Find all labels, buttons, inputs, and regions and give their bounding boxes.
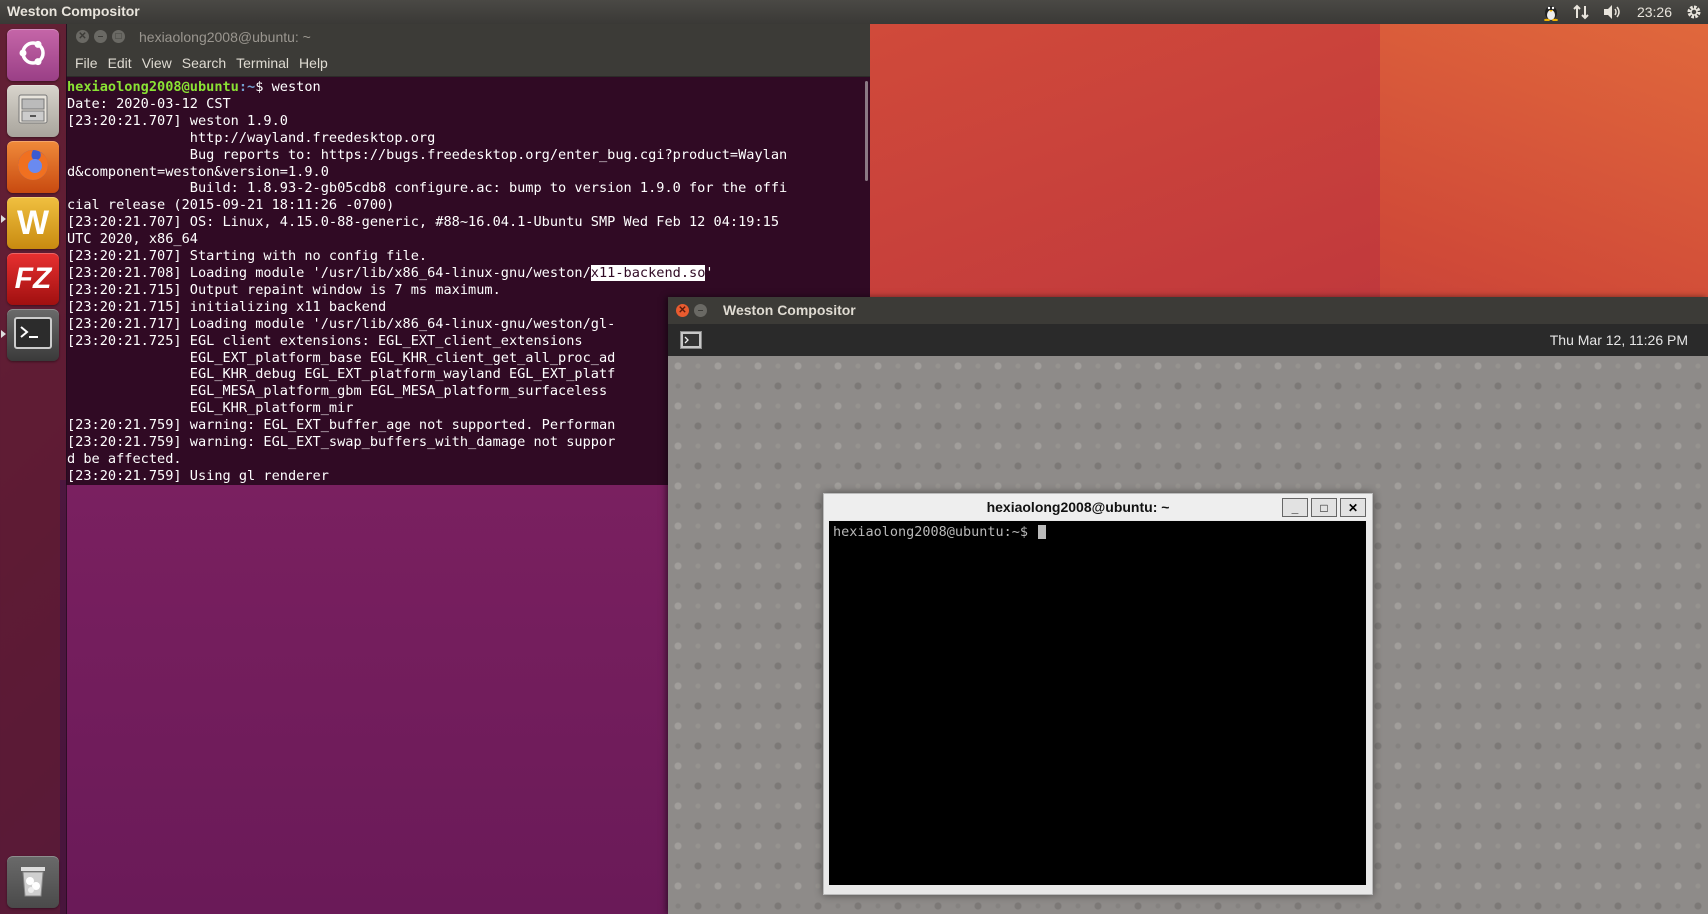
output-line: [23:20:21.707] OS: Linux, 4.15.0-88-gene… <box>67 214 780 231</box>
volume-icon[interactable] <box>1603 4 1623 20</box>
running-indicator <box>1 330 6 338</box>
minimize-icon[interactable]: – <box>694 304 707 317</box>
window-titlebar[interactable]: hexiaolong2008@ubuntu: ~ _ □ ✕ <box>824 494 1372 520</box>
active-app-title: Weston Compositor <box>7 3 140 19</box>
maximize-icon[interactable]: □ <box>112 30 125 43</box>
ubuntu-dash-button[interactable] <box>7 29 59 81</box>
prompt-command: $ weston <box>255 79 321 95</box>
system-tray: 23:26 <box>1543 0 1708 24</box>
output-line: [23:20:21.707] weston 1.9.0 <box>67 112 288 129</box>
running-indicator <box>1 215 6 223</box>
minimize-icon[interactable]: – <box>94 30 107 43</box>
tux-icon[interactable] <box>1543 3 1559 21</box>
files-button[interactable] <box>7 85 59 137</box>
prompt-path: :~ <box>238 79 256 95</box>
prompt-user: hexiaolong2008@ubuntu <box>67 79 239 95</box>
menubar: File Edit View Search Terminal Help <box>66 50 870 77</box>
trash-icon <box>16 861 50 904</box>
menu-edit[interactable]: Edit <box>103 55 137 71</box>
terminal-output[interactable]: hexiaolong2008@ubuntu:~$ <box>829 521 1366 885</box>
text-cursor <box>1038 525 1047 539</box>
output-line: d&component=weston&version=1.9.0 <box>67 163 329 180</box>
maximize-button[interactable]: □ <box>1311 498 1337 517</box>
output-line: [23:20:21.707] Starting with no config f… <box>67 248 428 265</box>
menu-file[interactable]: File <box>70 55 103 71</box>
window-title: Weston Compositor <box>723 302 856 318</box>
window-title: hexiaolong2008@ubuntu: ~ <box>139 29 311 45</box>
terminal-button[interactable] <box>7 309 59 361</box>
menu-terminal[interactable]: Terminal <box>231 55 294 71</box>
output-line: cial release (2015-09-21 18:11:26 -0700) <box>67 197 395 214</box>
launcher: W FZ <box>0 24 67 914</box>
weston-window[interactable]: ✕ – Weston Compositor Thu Mar 12, 11:26 … <box>668 297 1708 914</box>
ubuntu-logo-icon <box>16 36 50 75</box>
close-icon[interactable]: ✕ <box>76 30 89 43</box>
file-cabinet-icon <box>15 91 51 132</box>
module-path-text: [23:20:21.708] Loading module '/usr/lib/… <box>67 264 591 281</box>
wps-writer-button[interactable]: W <box>7 197 59 249</box>
output-line: [23:20:21.708] Loading module '/usr/lib/… <box>67 264 870 282</box>
menu-search[interactable]: Search <box>177 55 231 71</box>
terminal-launcher-icon[interactable] <box>680 331 702 349</box>
prompt-line: hexiaolong2008@ubuntu:~$ <box>833 524 1037 540</box>
filezilla-button[interactable]: FZ <box>7 253 59 305</box>
window-titlebar[interactable]: ✕ – □ hexiaolong2008@ubuntu: ~ <box>66 24 870 50</box>
module-path-end: ' <box>705 264 714 281</box>
close-button[interactable]: ✕ <box>1340 498 1366 517</box>
minimize-button[interactable]: _ <box>1282 498 1308 517</box>
filezilla-icon: FZ <box>14 262 52 295</box>
prompt-line: hexiaolong2008@ubuntu:~$ weston <box>67 79 870 96</box>
output-line: http://wayland.freedesktop.org <box>67 129 436 146</box>
output-line: Date: 2020-03-12 CST <box>67 95 231 112</box>
terminal-icon <box>14 316 52 354</box>
menu-help[interactable]: Help <box>294 55 333 71</box>
output-line: Bug reports to: https://bugs.freedesktop… <box>67 146 788 163</box>
selected-text[interactable]: x11-backend.so <box>590 264 706 281</box>
close-icon[interactable]: ✕ <box>676 304 689 317</box>
wallpaper-shape <box>60 480 680 914</box>
output-line: Build: 1.8.93-2-gb05cdb8 configure.ac: b… <box>67 180 788 197</box>
top-panel: Weston Compositor 23:26 <box>0 0 1708 24</box>
firefox-icon <box>14 146 52 189</box>
weston-panel: Thu Mar 12, 11:26 PM <box>668 324 1708 356</box>
weston-terminal-window[interactable]: hexiaolong2008@ubuntu: ~ _ □ ✕ hexiaolon… <box>823 493 1373 895</box>
menu-view[interactable]: View <box>137 55 177 71</box>
network-icon[interactable] <box>1573 4 1589 20</box>
output-line: UTC 2020, x86_64 <box>67 231 198 248</box>
scrollbar[interactable] <box>865 81 868 181</box>
window-titlebar[interactable]: ✕ – Weston Compositor <box>668 297 1708 324</box>
weston-clock: Thu Mar 12, 11:26 PM <box>1549 332 1688 348</box>
gear-icon[interactable] <box>1686 4 1702 20</box>
trash-button[interactable] <box>7 856 59 908</box>
firefox-button[interactable] <box>7 141 59 193</box>
clock-label[interactable]: 23:26 <box>1637 4 1672 20</box>
wps-icon: W <box>16 203 50 242</box>
weston-desktop: hexiaolong2008@ubuntu: ~ _ □ ✕ hexiaolon… <box>668 356 1708 914</box>
